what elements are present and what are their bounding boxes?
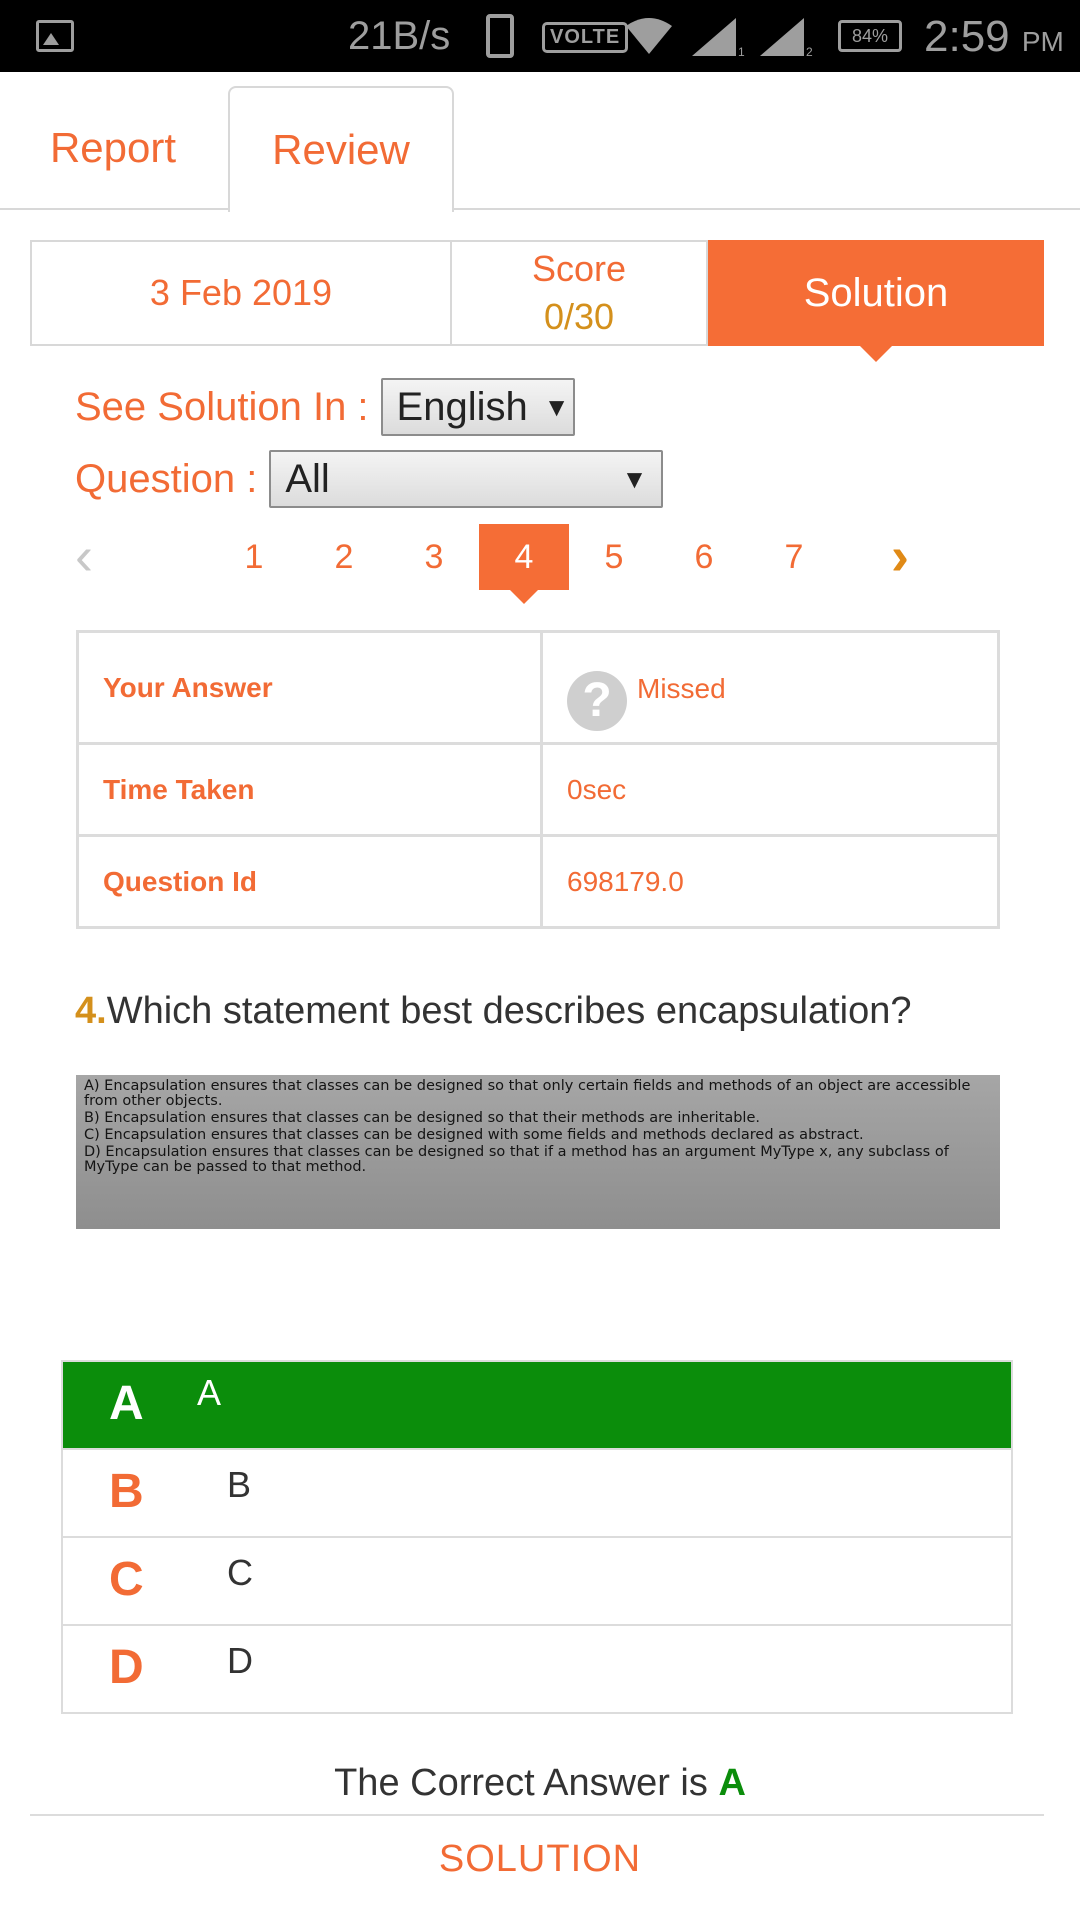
answer-options: A A B B C C D D [61, 1360, 1013, 1714]
test-date: 3 Feb 2019 [30, 240, 452, 346]
correct-answer-prefix: The Correct Answer is [334, 1762, 708, 1804]
answer-info-table: Your Answer ? Missed Time Taken 0sec Que… [76, 630, 1000, 929]
option-letter: A [109, 1377, 144, 1430]
your-answer-cell: ? Missed [540, 630, 1000, 745]
score-label: Score [531, 248, 627, 289]
page-7[interactable]: 7 [749, 524, 839, 590]
divider [30, 1814, 1044, 1816]
language-value: English [396, 384, 528, 429]
question-number: 4. [75, 990, 107, 1032]
score-value: 0/30 [543, 296, 615, 337]
status-bar: 21B/s VOLTE 1 2 84% 2:59 PM [0, 0, 1080, 72]
option-text: C [227, 1552, 253, 1593]
sim1-label: 1 [738, 45, 745, 58]
page-6[interactable]: 6 [659, 524, 749, 590]
dropdown-arrow-icon: ▼ [543, 391, 570, 422]
image-option-b: B) Encapsulation ensures that classes ca… [84, 1110, 760, 1126]
option-letter: D [109, 1641, 144, 1694]
clock-ampm: PM [1021, 26, 1064, 57]
question-filter: Question : All ▼ [75, 450, 664, 508]
solution-button[interactable]: Solution [708, 240, 1044, 362]
language-select[interactable]: English ▼ [380, 378, 575, 436]
question-text: 4.Which statement best describes encapsu… [75, 990, 911, 1033]
score-box: Score 0/30 [452, 240, 708, 346]
solution-button-label: Solution [803, 270, 949, 315]
correct-answer-value: A [718, 1762, 746, 1804]
question-filter-label: Question : [75, 456, 258, 501]
page-2[interactable]: 2 [299, 524, 389, 590]
battery-icon: 84% [838, 20, 902, 52]
your-answer-value: Missed [637, 672, 726, 704]
option-b[interactable]: B B [63, 1450, 1011, 1538]
option-a[interactable]: A A [63, 1362, 1011, 1450]
option-text: B [227, 1464, 252, 1505]
question-body: Which statement best describes encapsula… [106, 990, 912, 1032]
question-filter-value: All [285, 456, 330, 501]
option-d[interactable]: D D [63, 1626, 1011, 1712]
question-image: A) Encapsulation ensures that classes ca… [76, 1075, 1000, 1229]
tab-divider [0, 208, 1080, 210]
chevron-right-icon[interactable]: › [891, 528, 941, 584]
page-5[interactable]: 5 [569, 524, 659, 590]
question-select[interactable]: All ▼ [269, 450, 664, 508]
chevron-left-icon[interactable]: ‹ [75, 528, 125, 584]
signal-sim1-icon: 1 [692, 18, 745, 58]
clock: 2:59 PM [924, 12, 1064, 62]
table-row: Your Answer ? Missed [76, 630, 1000, 745]
phone-icon [486, 14, 514, 58]
solution-header[interactable]: SOLUTION [0, 1838, 1080, 1881]
time-taken-value: 0sec [540, 742, 1000, 837]
dropdown-arrow-icon: ▼ [621, 463, 648, 494]
wifi-icon [626, 18, 672, 54]
question-id-value: 698179.0 [540, 834, 1000, 929]
page-1[interactable]: 1 [209, 524, 299, 590]
tab-report[interactable]: Report [0, 86, 226, 210]
question-pager: ‹ 1 2 3 4 5 6 7 › [75, 524, 935, 604]
summary-row: 3 Feb 2019 Score 0/30 Solution [30, 240, 1044, 362]
option-letter: C [109, 1553, 144, 1606]
active-caret-icon [860, 346, 892, 362]
your-answer-label: Your Answer [76, 630, 543, 745]
question-id-label: Question Id [76, 834, 543, 929]
signal-sim2-icon: 2 [760, 18, 813, 58]
table-row: Question Id 698179.0 [76, 834, 1000, 929]
option-text: A [197, 1372, 222, 1413]
page-4[interactable]: 4 [479, 524, 569, 604]
gallery-icon [36, 20, 74, 52]
image-option-d: D) Encapsulation ensures that classes ca… [84, 1144, 949, 1175]
tab-bar: Report Review [0, 72, 1080, 212]
option-text: D [227, 1640, 253, 1681]
clock-time: 2:59 [924, 12, 1010, 61]
question-mark-icon: ? [567, 670, 627, 731]
language-filter: See Solution In : English ▼ [75, 378, 575, 436]
language-label: See Solution In : [75, 384, 369, 429]
volte-badge: VOLTE [542, 22, 629, 53]
time-taken-label: Time Taken [76, 742, 543, 837]
option-c[interactable]: C C [63, 1538, 1011, 1626]
page-3[interactable]: 3 [389, 524, 479, 590]
correct-answer-line: The Correct Answer is A [0, 1762, 1080, 1805]
tab-review[interactable]: Review [228, 86, 454, 212]
sim2-label: 2 [806, 45, 813, 58]
image-option-c: C) Encapsulation ensures that classes ca… [84, 1127, 864, 1143]
network-speed: 21B/s [348, 14, 451, 58]
option-letter: B [109, 1465, 144, 1518]
table-row: Time Taken 0sec [76, 742, 1000, 837]
image-option-a: A) Encapsulation ensures that classes ca… [84, 1078, 971, 1109]
